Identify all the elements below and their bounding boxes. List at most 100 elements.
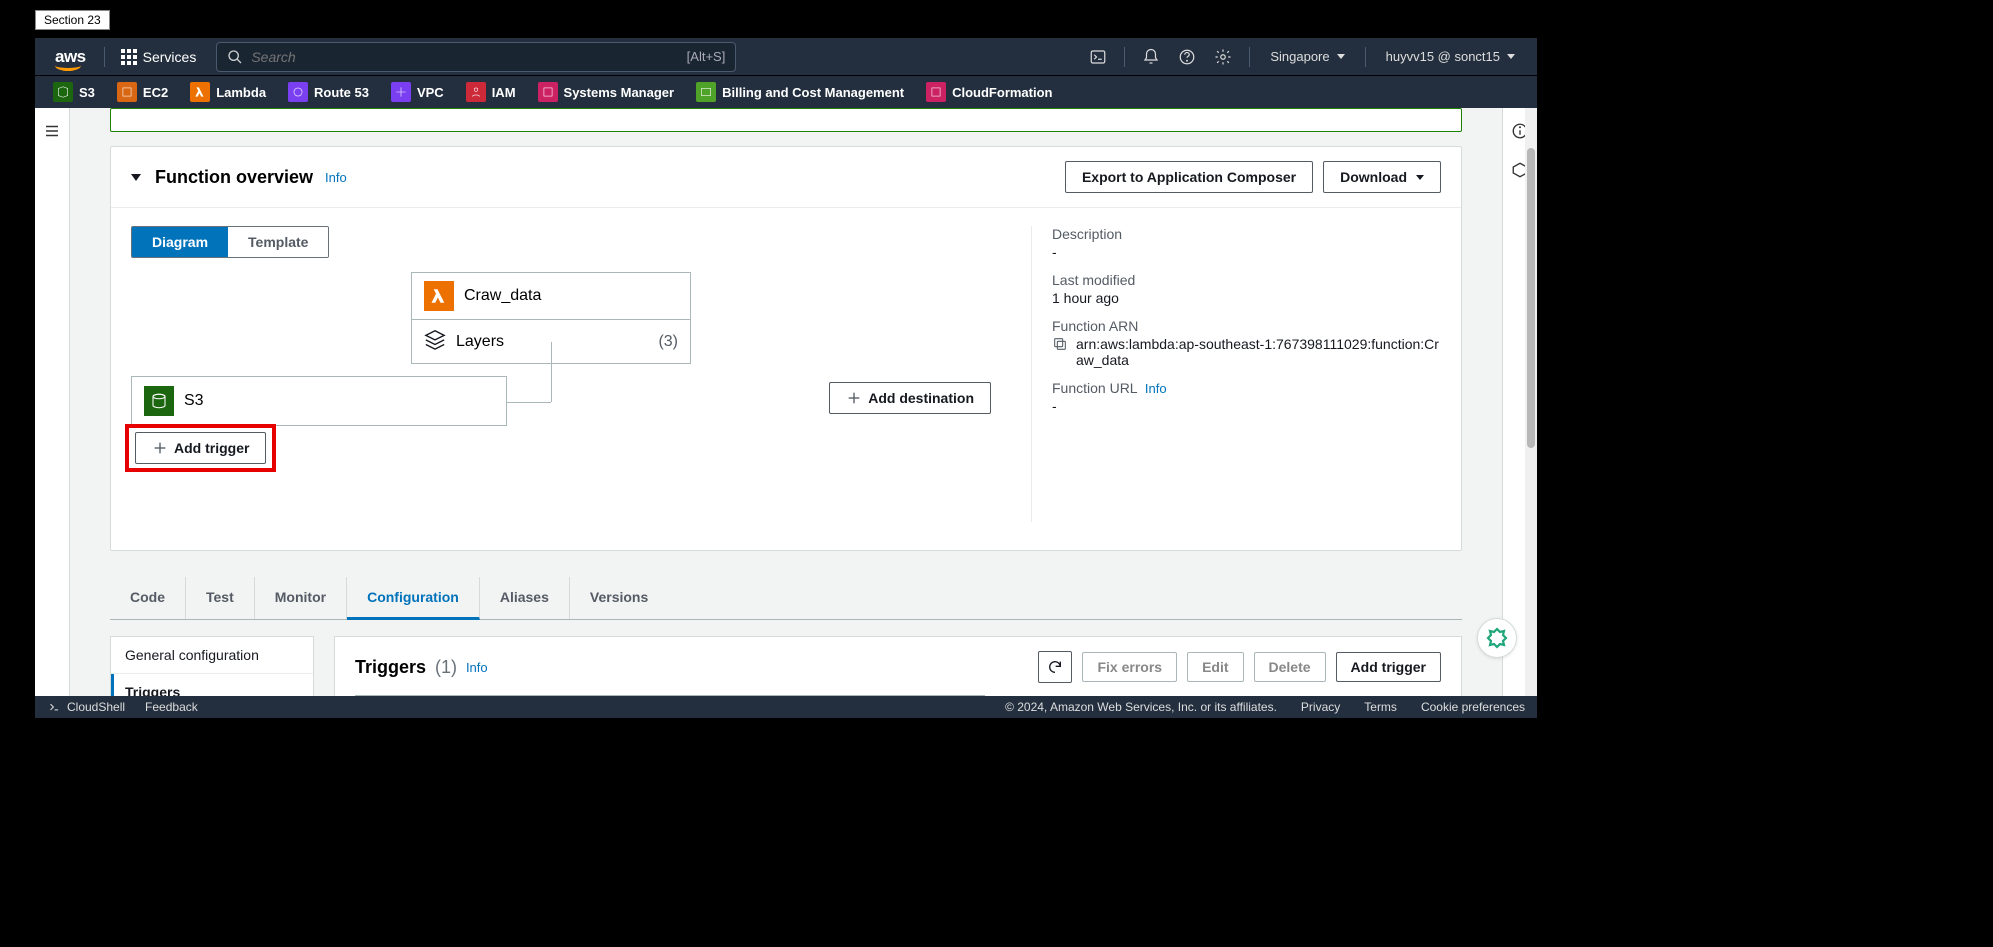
refresh-icon [1047, 659, 1063, 675]
layers-icon [424, 328, 446, 355]
edit-button[interactable]: Edit [1187, 652, 1243, 682]
modified-value: 1 hour ago [1052, 290, 1441, 306]
triggers-count-value: (1) [435, 657, 457, 678]
add-trigger-button-panel[interactable]: Add trigger [1336, 652, 1441, 682]
services-grid-icon [121, 49, 137, 65]
svc-ec2[interactable]: EC2 [109, 82, 176, 102]
triggers-panel: Triggers (1) Info Fix errors Edit Dele [334, 636, 1462, 696]
search-input[interactable] [251, 49, 686, 65]
collapse-caret-icon[interactable] [131, 174, 141, 181]
privacy-link[interactable]: Privacy [1301, 700, 1340, 714]
aws-logo[interactable]: aws [45, 47, 96, 67]
divider [1365, 47, 1366, 67]
copy-icon[interactable] [1052, 336, 1068, 355]
fix-errors-button[interactable]: Fix errors [1082, 652, 1177, 682]
toggle-diagram[interactable]: Diagram [132, 227, 228, 257]
service-shortcut-bar: S3 EC2 Lambda Route 53 VPC IAM [35, 76, 1537, 108]
plus-icon [846, 390, 862, 406]
plus-icon [152, 440, 168, 456]
cloudshell-link[interactable]: CloudShell [47, 700, 125, 714]
add-trigger-label: Add trigger [174, 440, 249, 456]
desc-label: Description [1052, 226, 1441, 242]
tab-configuration[interactable]: Configuration [347, 577, 480, 620]
overview-info-link[interactable]: Info [325, 170, 347, 185]
layers-label: Layers [456, 333, 504, 351]
services-menu[interactable]: Services [113, 49, 205, 65]
svc-iam[interactable]: IAM [458, 82, 524, 102]
region-label: Singapore [1270, 49, 1329, 64]
cloudshell-icon[interactable] [1080, 39, 1116, 75]
svc-cloudformation[interactable]: CloudFormation [918, 82, 1060, 102]
trigger-node-s3[interactable]: S3 [131, 376, 507, 426]
add-trigger-button[interactable]: Add trigger [135, 432, 266, 464]
refresh-button[interactable] [1038, 651, 1072, 683]
function-name: Craw_data [464, 287, 541, 305]
overview-title: Function overview [155, 167, 313, 188]
side-item-triggers[interactable]: Triggers [111, 674, 313, 696]
delete-button[interactable]: Delete [1254, 652, 1326, 682]
help-icon[interactable] [1169, 39, 1205, 75]
add-destination-button[interactable]: Add destination [829, 382, 991, 414]
config-side-nav: General configuration Triggers [110, 636, 314, 696]
url-info-link[interactable]: Info [1145, 381, 1167, 396]
caret-down-icon [1507, 54, 1515, 59]
svc-route53[interactable]: Route 53 [280, 82, 377, 102]
amazon-q-button[interactable] [1477, 618, 1517, 658]
search-box[interactable]: [Alt+S] [216, 42, 736, 72]
settings-icon[interactable] [1205, 39, 1241, 75]
toggle-template[interactable]: Template [228, 227, 328, 257]
divider [104, 47, 105, 67]
lambda-icon [424, 281, 454, 311]
notifications-icon[interactable] [1133, 39, 1169, 75]
download-button[interactable]: Download [1323, 161, 1441, 193]
svc-label: EC2 [143, 85, 168, 100]
triggers-title: Triggers [355, 657, 426, 678]
svc-label: CloudFormation [952, 85, 1052, 100]
export-button[interactable]: Export to Application Composer [1065, 161, 1313, 193]
search-icon [227, 49, 243, 65]
svc-billing[interactable]: Billing and Cost Management [688, 82, 912, 102]
scroll-thumb[interactable] [1527, 148, 1535, 448]
side-item-general[interactable]: General configuration [111, 637, 313, 674]
add-trigger-highlight: Add trigger [125, 424, 276, 472]
footer: CloudShell Feedback © 2024, Amazon Web S… [35, 696, 1537, 718]
search-hint: [Alt+S] [687, 49, 726, 64]
browser-tab: Section 23 [35, 10, 110, 30]
trigger-name: S3 [184, 392, 204, 410]
connector [507, 402, 551, 403]
modified-label: Last modified [1052, 272, 1441, 288]
arn-value: arn:aws:lambda:ap-southeast-1:7673981110… [1076, 336, 1441, 368]
svc-label: Billing and Cost Management [722, 85, 904, 100]
cookies-link[interactable]: Cookie preferences [1421, 700, 1525, 714]
scrollbar[interactable] [1525, 108, 1537, 696]
svc-s3[interactable]: S3 [45, 82, 103, 102]
success-banner [110, 108, 1462, 132]
svc-label: Lambda [216, 85, 266, 100]
account-menu[interactable]: huyvv15 @ sonct15 [1374, 49, 1527, 64]
function-tabs: Code Test Monitor Configuration Aliases … [110, 577, 1462, 620]
region-selector[interactable]: Singapore [1258, 49, 1356, 64]
svc-vpc[interactable]: VPC [383, 82, 452, 102]
tab-code[interactable]: Code [110, 577, 186, 619]
svc-label: VPC [417, 85, 444, 100]
svc-label: Route 53 [314, 85, 369, 100]
divider [1124, 47, 1125, 67]
svc-ssm[interactable]: Systems Manager [530, 82, 683, 102]
tab-test[interactable]: Test [186, 577, 255, 619]
tab-versions[interactable]: Versions [570, 577, 668, 619]
triggers-info-link[interactable]: Info [466, 660, 488, 675]
left-drawer-toggle[interactable] [35, 108, 70, 696]
arn-label: Function ARN [1052, 318, 1441, 334]
download-label: Download [1340, 169, 1407, 185]
services-label: Services [143, 49, 197, 65]
tab-monitor[interactable]: Monitor [255, 577, 347, 619]
terms-link[interactable]: Terms [1364, 700, 1397, 714]
diagram-canvas: Craw_data Layers (3) [131, 272, 991, 522]
view-toggle: Diagram Template [131, 226, 329, 258]
divider [1249, 47, 1250, 67]
svc-lambda[interactable]: Lambda [182, 82, 274, 102]
feedback-link[interactable]: Feedback [145, 700, 198, 714]
svc-label: S3 [79, 85, 95, 100]
tab-aliases[interactable]: Aliases [480, 577, 570, 619]
top-nav: aws Services [Alt+S] [35, 38, 1537, 76]
